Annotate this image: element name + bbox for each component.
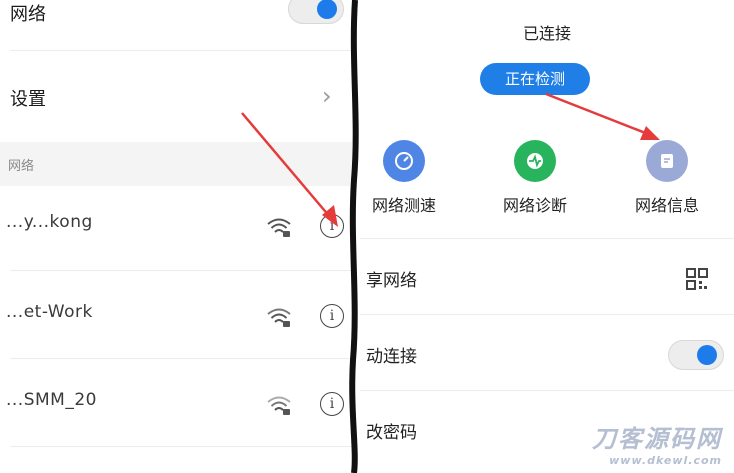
connected-network-panel: 已连接 正在检测 网络测速 网络诊断 网络信息 享网络 动连接 改密码	[360, 0, 734, 473]
network-name: ...y...kong	[6, 212, 93, 232]
settings-label: 设置	[10, 89, 46, 110]
watermark-text: 刀客源码网	[592, 425, 722, 453]
wifi-locked-icon	[267, 396, 291, 415]
network-item[interactable]: ...SMM_20 i	[0, 366, 352, 454]
speedometer-icon	[383, 140, 425, 182]
wifi-locked-icon	[267, 308, 291, 327]
wifi-list-panel: 网络 设置 › 网络 ...y...kong i ...et-Work i ..…	[0, 0, 352, 473]
toggle-knob	[317, 0, 337, 19]
row-label: 动连接	[366, 347, 417, 367]
annotation-arrow	[545, 92, 660, 140]
auto-connect-toggle[interactable]	[668, 340, 724, 370]
share-network-row[interactable]: 享网络	[360, 240, 734, 316]
network-item[interactable]: ...et-Work i	[0, 278, 352, 366]
watermark-url: www.dkewl.com	[609, 454, 722, 467]
row-label: 享网络	[366, 271, 417, 291]
divider	[10, 270, 352, 271]
divider	[360, 238, 734, 239]
wlan-toggle[interactable]	[288, 0, 344, 24]
divider	[10, 50, 352, 51]
network-name: ...SMM_20	[6, 390, 97, 410]
network-name: ...et-Work	[6, 302, 93, 322]
speed-test-tool[interactable]: 网络测速	[360, 140, 464, 216]
connection-status: 已连接	[522, 24, 571, 43]
toggle-knob	[697, 345, 717, 365]
wlan-label: 网络	[10, 4, 46, 25]
wlan-row[interactable]: 网络	[0, 0, 352, 38]
section-label: 网络	[8, 159, 35, 174]
divider	[360, 390, 734, 391]
qr-code-icon	[686, 268, 708, 290]
info-icon[interactable]: i	[320, 304, 344, 328]
divider	[10, 358, 352, 359]
annotation-arrow	[241, 112, 338, 227]
tool-label: 网络诊断	[502, 196, 567, 215]
auto-connect-row[interactable]: 动连接	[360, 316, 734, 392]
watermark: 刀客源码网 www.dkewl.com	[592, 419, 722, 467]
tool-label: 网络测速	[371, 196, 436, 215]
divider	[360, 314, 734, 315]
info-icon[interactable]: i	[320, 392, 344, 416]
tool-label: 网络信息	[634, 196, 699, 215]
row-label: 改密码	[366, 423, 417, 443]
divider	[10, 446, 352, 447]
